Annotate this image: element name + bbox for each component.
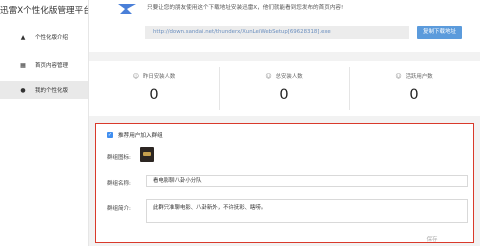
sidebar-item-my-version[interactable]: ● 我的个性化版 <box>0 81 88 99</box>
person-add-icon: ☺ <box>132 73 139 80</box>
group-icon-label: 群组图标: <box>107 155 131 161</box>
sidebar-item-intro[interactable]: ▲ 个性化版介绍 <box>0 28 88 46</box>
stat-label: 活跃用户数 <box>405 74 433 80</box>
stat-value: 0 <box>149 87 159 103</box>
save-button[interactable]: 保存 <box>416 235 448 243</box>
home-icon: ▲ <box>20 33 26 41</box>
stat-value: 0 <box>409 87 419 103</box>
stat-total-installs: ☺ 总安装人数 0 <box>219 61 349 116</box>
grid-icon: ▦ <box>20 61 26 69</box>
recommend-group-label: 推荐用户加入群组 <box>118 133 163 139</box>
app-title: 迅雷X个性化版管理平台 <box>0 6 88 16</box>
person-icon: ☺ <box>265 73 272 80</box>
stat-label: 总安装人数 <box>275 74 303 80</box>
download-card: 只要让您的朋友使用这个下载地址安装迅雷X，他们就能看到您发布的首页内容! htt… <box>89 0 480 52</box>
group-intro-textarea[interactable]: 此群只准聊电影、八卦新外，不许抚彩、瞎唠。 <box>146 199 468 223</box>
sidebar-item-label: 首页内容管理 <box>35 63 69 69</box>
share-message: 只要让您的朋友使用这个下载地址安装迅雷X，他们就能看到您发布的首页内容! <box>147 5 344 11</box>
download-url-field[interactable]: http://down.sandai.net/thunderx/XunLeiWe… <box>145 26 409 39</box>
sidebar-item-content[interactable]: ▦ 首页内容管理 <box>0 56 88 74</box>
group-name-input[interactable]: 看电影聊八卦小分队 <box>146 175 468 187</box>
sidebar-item-label: 我的个性化版 <box>35 88 69 94</box>
stats-panel: ☺ 昨日安装人数 0 ☺ 总安装人数 0 ☺ 活跃用户数 0 <box>89 61 480 116</box>
stat-value: 0 <box>279 87 289 103</box>
group-name-label: 群组名称: <box>107 181 131 187</box>
checkbox-checked-icon[interactable]: ✓ <box>107 132 113 138</box>
main-content: 只要让您的朋友使用这个下载地址安装迅雷X，他们就能看到您发布的首页内容! htt… <box>89 0 480 246</box>
stat-yesterday-installs: ☺ 昨日安装人数 0 <box>89 61 219 116</box>
group-settings-panel: ✓ 推荐用户加入群组 群组图标: 群组名称: 看电影聊八卦小分队 群组简介: 此… <box>95 123 474 243</box>
thunder-logo-icon <box>118 4 136 14</box>
group-intro-label: 群组简介: <box>107 206 131 212</box>
user-icon: ● <box>20 86 26 94</box>
copy-url-button[interactable]: 复制下载地址 <box>417 26 462 39</box>
sidebar: 迅雷X个性化版管理平台 ▲ 个性化版介绍 ▦ 首页内容管理 ● 我的个性化版 <box>0 0 89 246</box>
sidebar-item-label: 个性化版介绍 <box>35 35 69 41</box>
user-active-icon: ☺ <box>395 73 402 80</box>
stat-active-users: ☺ 活跃用户数 0 <box>349 61 479 116</box>
stat-label: 昨日安装人数 <box>142 74 176 80</box>
group-avatar-icon[interactable] <box>140 147 154 162</box>
recommend-group-checkbox-row[interactable]: ✓ 推荐用户加入群组 <box>107 131 163 139</box>
